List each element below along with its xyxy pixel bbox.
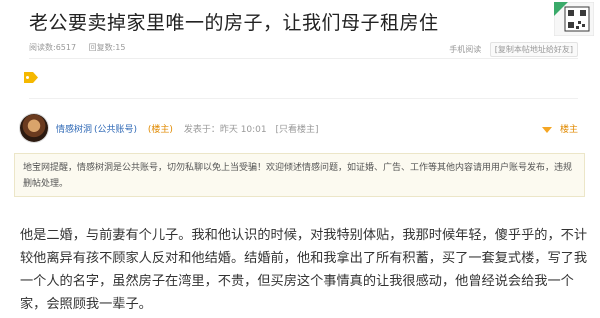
author-name[interactable]: 情感树洞	[56, 125, 92, 135]
host-badge: (楼主)	[147, 125, 173, 135]
avatar[interactable]	[20, 114, 48, 142]
post-actions: 手机阅读 [复制本帖地址给好友]	[449, 42, 578, 57]
post-time: 发表于：昨天 10:01	[183, 125, 267, 135]
read-count: 阅读数:6517	[29, 43, 77, 52]
caret-down-icon[interactable]	[541, 126, 552, 133]
divider	[29, 58, 578, 59]
post-title: 老公要卖掉家里唯一的房子，让我们母子租房住	[29, 12, 439, 34]
copy-link-button[interactable]: [复制本帖地址给好友]	[489, 42, 578, 57]
post-content: 他是二婚，与前妻有个儿子。我和他认识的时候，对我特别体贴，我那时候年轻，傻乎乎的…	[20, 228, 588, 312]
floor-label: 楼主	[541, 122, 578, 135]
official-account-label: (公共账号)	[94, 125, 138, 135]
reply-count: 回复数:15	[88, 43, 126, 52]
mobile-read-link[interactable]: 手机阅读	[449, 45, 481, 54]
author-line: 情感树洞 (公共账号) (楼主) 发表于：昨天 10:01 [只看楼主]	[56, 122, 319, 135]
qr-code-icon[interactable]	[554, 2, 594, 36]
notice-box: 地宝网提醒，情感树洞是公共账号，切勿私聊以免上当受骗！欢迎倾述情感问题，如证婚、…	[14, 153, 585, 197]
tag-icon[interactable]	[23, 71, 39, 84]
only-host-link[interactable]: [只看楼主]	[276, 125, 319, 135]
host-floor-label: 楼主	[559, 125, 578, 135]
post-stats: 阅读数:6517 回复数:15	[29, 42, 135, 53]
divider	[29, 98, 578, 99]
notice-text: 地宝网提醒，情感树洞是公共账号，切勿私聊以免上当受骗！欢迎倾述情感问题，如证婚、…	[23, 163, 573, 189]
